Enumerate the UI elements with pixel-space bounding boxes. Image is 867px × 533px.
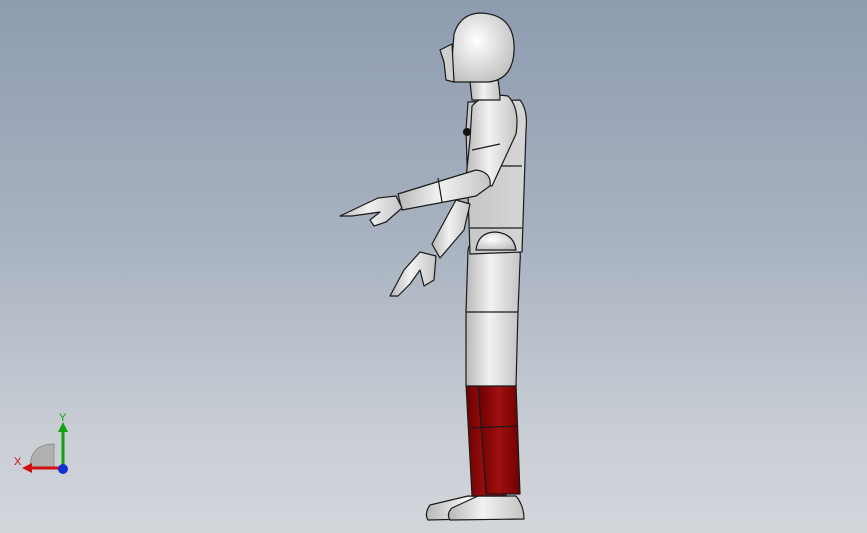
triad-plane <box>29 443 55 469</box>
x-axis-arrow <box>22 463 32 473</box>
forearm-lower <box>431 199 471 259</box>
axis-triad: Y X <box>10 410 80 480</box>
x-axis-label: X <box>14 456 22 468</box>
y-axis-label: Y <box>59 412 67 424</box>
face <box>439 43 455 83</box>
3d-viewport[interactable]: Y X <box>0 0 867 533</box>
hand-upper <box>339 195 403 227</box>
z-axis-dot <box>58 464 68 474</box>
head <box>451 12 515 83</box>
hand-lower <box>389 251 437 297</box>
thigh <box>465 309 519 387</box>
shin-front <box>477 383 521 495</box>
neck <box>469 79 501 101</box>
robot-model[interactable] <box>0 0 867 533</box>
